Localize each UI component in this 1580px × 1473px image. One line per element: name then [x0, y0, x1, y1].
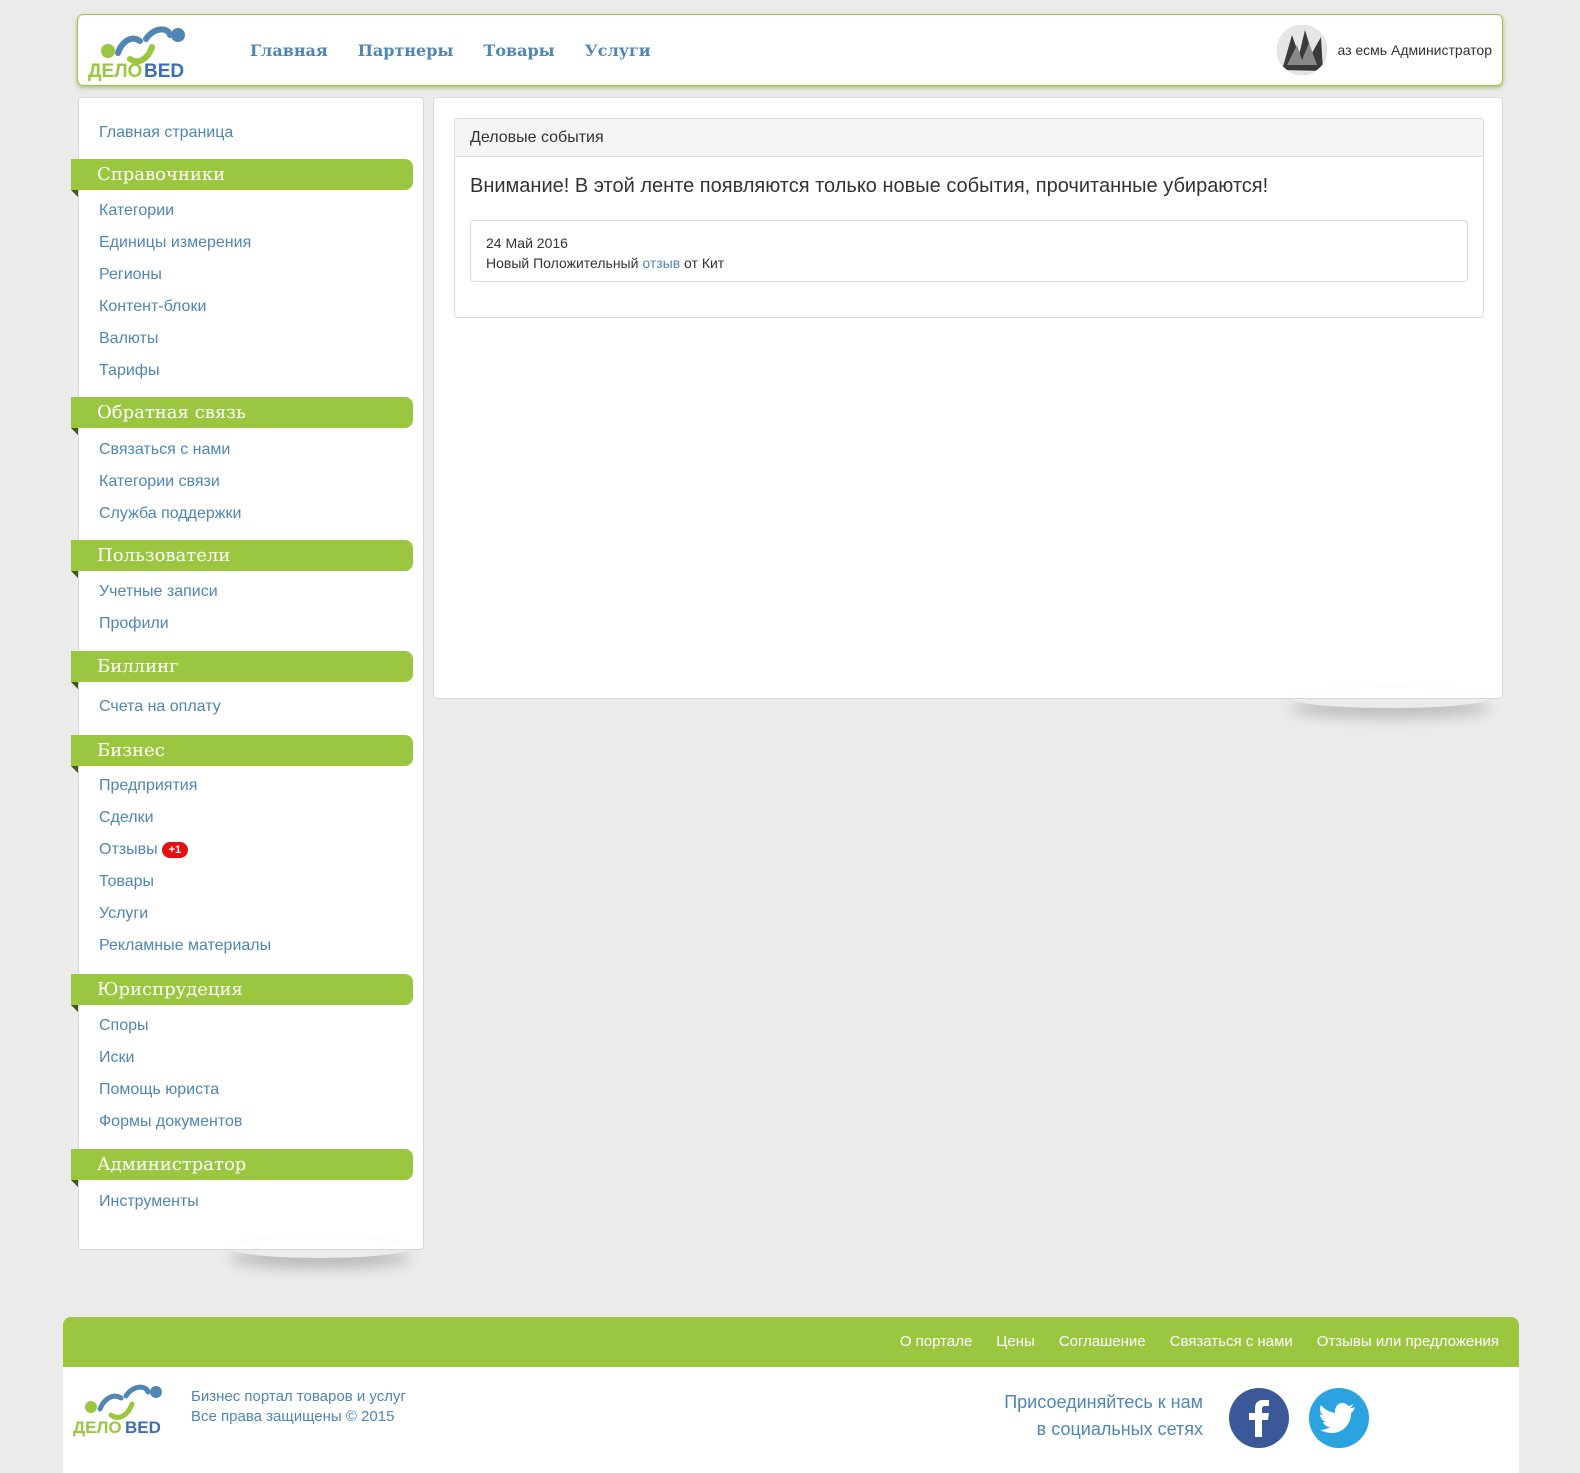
- panel-title: Деловые события: [455, 119, 1483, 157]
- main-nav: Главная Партнеры Товары Услуги: [250, 41, 651, 60]
- sidebar-section-business: Бизнес: [71, 735, 413, 773]
- sidebar-item-profiles[interactable]: Профили: [99, 615, 169, 633]
- footer-info: Бизнес портал товаров и услуг Все права …: [191, 1387, 406, 1427]
- social-join-text: Присоединяйтесь к нам в социальных сетях: [1004, 1392, 1203, 1439]
- svg-text:ДЕЛО: ДЕЛО: [88, 61, 142, 81]
- footer-tagline: Бизнес портал товаров и услуг: [191, 1388, 406, 1405]
- sidebar-item-doc-forms[interactable]: Формы документов: [99, 1113, 242, 1131]
- avatar[interactable]: [1277, 25, 1328, 75]
- footer-copyright: Все права защищены © 2015: [191, 1408, 395, 1425]
- user-name[interactable]: аз есмь Администратор: [1337, 42, 1492, 58]
- sidebar-item-ad-materials[interactable]: Рекламные материалы: [99, 937, 271, 955]
- sidebar-section-billing: Биллинг: [71, 651, 413, 689]
- notice-text: Внимание! В этой ленте появляются только…: [470, 175, 1269, 197]
- svg-text:ДЕЛО: ДЕЛО: [73, 1418, 122, 1437]
- event-review-link[interactable]: отзыв: [642, 255, 680, 271]
- sidebar-item-contact-us[interactable]: Связаться с нами: [99, 441, 230, 459]
- nav-services[interactable]: Услуги: [585, 41, 651, 60]
- twitter-icon[interactable]: [1308, 1387, 1370, 1449]
- nav-partners[interactable]: Партнеры: [358, 41, 454, 60]
- sidebar-item-disputes[interactable]: Споры: [99, 1017, 149, 1035]
- footer-link-prices[interactable]: Цены: [996, 1333, 1035, 1350]
- sidebar-section-directories: Справочники: [71, 159, 413, 197]
- sidebar-section-users: Пользователи: [71, 540, 413, 578]
- sidebar-item-goods[interactable]: Товары: [99, 873, 154, 891]
- sidebar-item-invoices[interactable]: Счета на оплату: [99, 698, 221, 716]
- sidebar-item-categories[interactable]: Категории: [99, 202, 174, 220]
- svg-text:ВЕD: ВЕD: [144, 61, 184, 81]
- sidebar-item-services[interactable]: Услуги: [99, 905, 148, 923]
- footer-link-about[interactable]: О портале: [900, 1333, 972, 1350]
- sidebar-item-reviews[interactable]: Отзывы +1: [99, 841, 189, 859]
- footer-link-feedback[interactable]: Отзывы или предложения: [1317, 1333, 1499, 1350]
- nav-home[interactable]: Главная: [250, 41, 328, 60]
- svg-text:ВЕD: ВЕD: [125, 1418, 161, 1437]
- sidebar-item-deals[interactable]: Сделки: [99, 809, 154, 827]
- event-item: 24 Май 2016 Новый Положительный отзыв от…: [470, 220, 1468, 282]
- facebook-icon[interactable]: [1228, 1387, 1290, 1449]
- main-content: Деловые события Внимание! В этой ленте п…: [433, 97, 1503, 699]
- sidebar-item-enterprises[interactable]: Предприятия: [99, 777, 197, 795]
- sidebar-section-jurisprudence: Юриспрудеция: [71, 974, 413, 1012]
- nav-goods[interactable]: Товары: [483, 41, 554, 60]
- user-menu[interactable]: аз есмь Администратор: [1277, 25, 1492, 75]
- sidebar-section-admin: Администратор: [71, 1149, 413, 1187]
- footer-link-contact[interactable]: Связаться с нами: [1170, 1333, 1293, 1350]
- main-shadow: [1290, 688, 1490, 708]
- sidebar-item-home[interactable]: Главная страница: [99, 124, 233, 142]
- sidebar-item-currencies[interactable]: Валюты: [99, 330, 158, 348]
- sidebar-item-reviews-label[interactable]: Отзывы: [99, 841, 158, 858]
- sidebar-item-units[interactable]: Единицы измерения: [99, 234, 251, 252]
- sidebar-item-regions[interactable]: Регионы: [99, 266, 162, 284]
- footer-bar: О портале Цены Соглашение Связаться с на…: [63, 1317, 1519, 1367]
- events-panel: Деловые события Внимание! В этой ленте п…: [454, 118, 1484, 318]
- footer-link-agreement[interactable]: Соглашение: [1059, 1333, 1146, 1350]
- delobed-logo[interactable]: ДЕЛО ВЕD: [88, 19, 206, 81]
- reviews-badge: +1: [161, 842, 189, 858]
- sidebar-item-contact-categories[interactable]: Категории связи: [99, 473, 220, 491]
- footer-nav: О портале Цены Соглашение Связаться с на…: [900, 1333, 1499, 1350]
- sidebar-item-tools[interactable]: Инструменты: [99, 1193, 199, 1211]
- sidebar-item-lawsuits[interactable]: Иски: [99, 1049, 134, 1067]
- footer-body: ДЕЛО ВЕD Бизнес портал товаров и услуг В…: [63, 1367, 1519, 1473]
- event-text: Новый Положительный отзыв от Кит: [486, 255, 725, 271]
- sidebar-item-support[interactable]: Служба поддержки: [99, 505, 241, 523]
- sidebar-item-lawyer-help[interactable]: Помощь юриста: [99, 1081, 219, 1099]
- event-date: 24 Май 2016: [486, 235, 568, 251]
- sidebar-section-feedback: Обратная связь: [71, 397, 413, 435]
- sidebar-item-content-blocks[interactable]: Контент-блоки: [99, 298, 206, 316]
- sidebar-shadow: [230, 1238, 410, 1258]
- footer-logo[interactable]: ДЕЛО ВЕD: [73, 1377, 183, 1437]
- sidebar-item-accounts[interactable]: Учетные записи: [99, 583, 218, 601]
- top-header: ДЕЛО ВЕD Главная Партнеры Товары Услуги …: [77, 14, 1503, 86]
- sidebar-item-tariffs[interactable]: Тарифы: [99, 362, 159, 380]
